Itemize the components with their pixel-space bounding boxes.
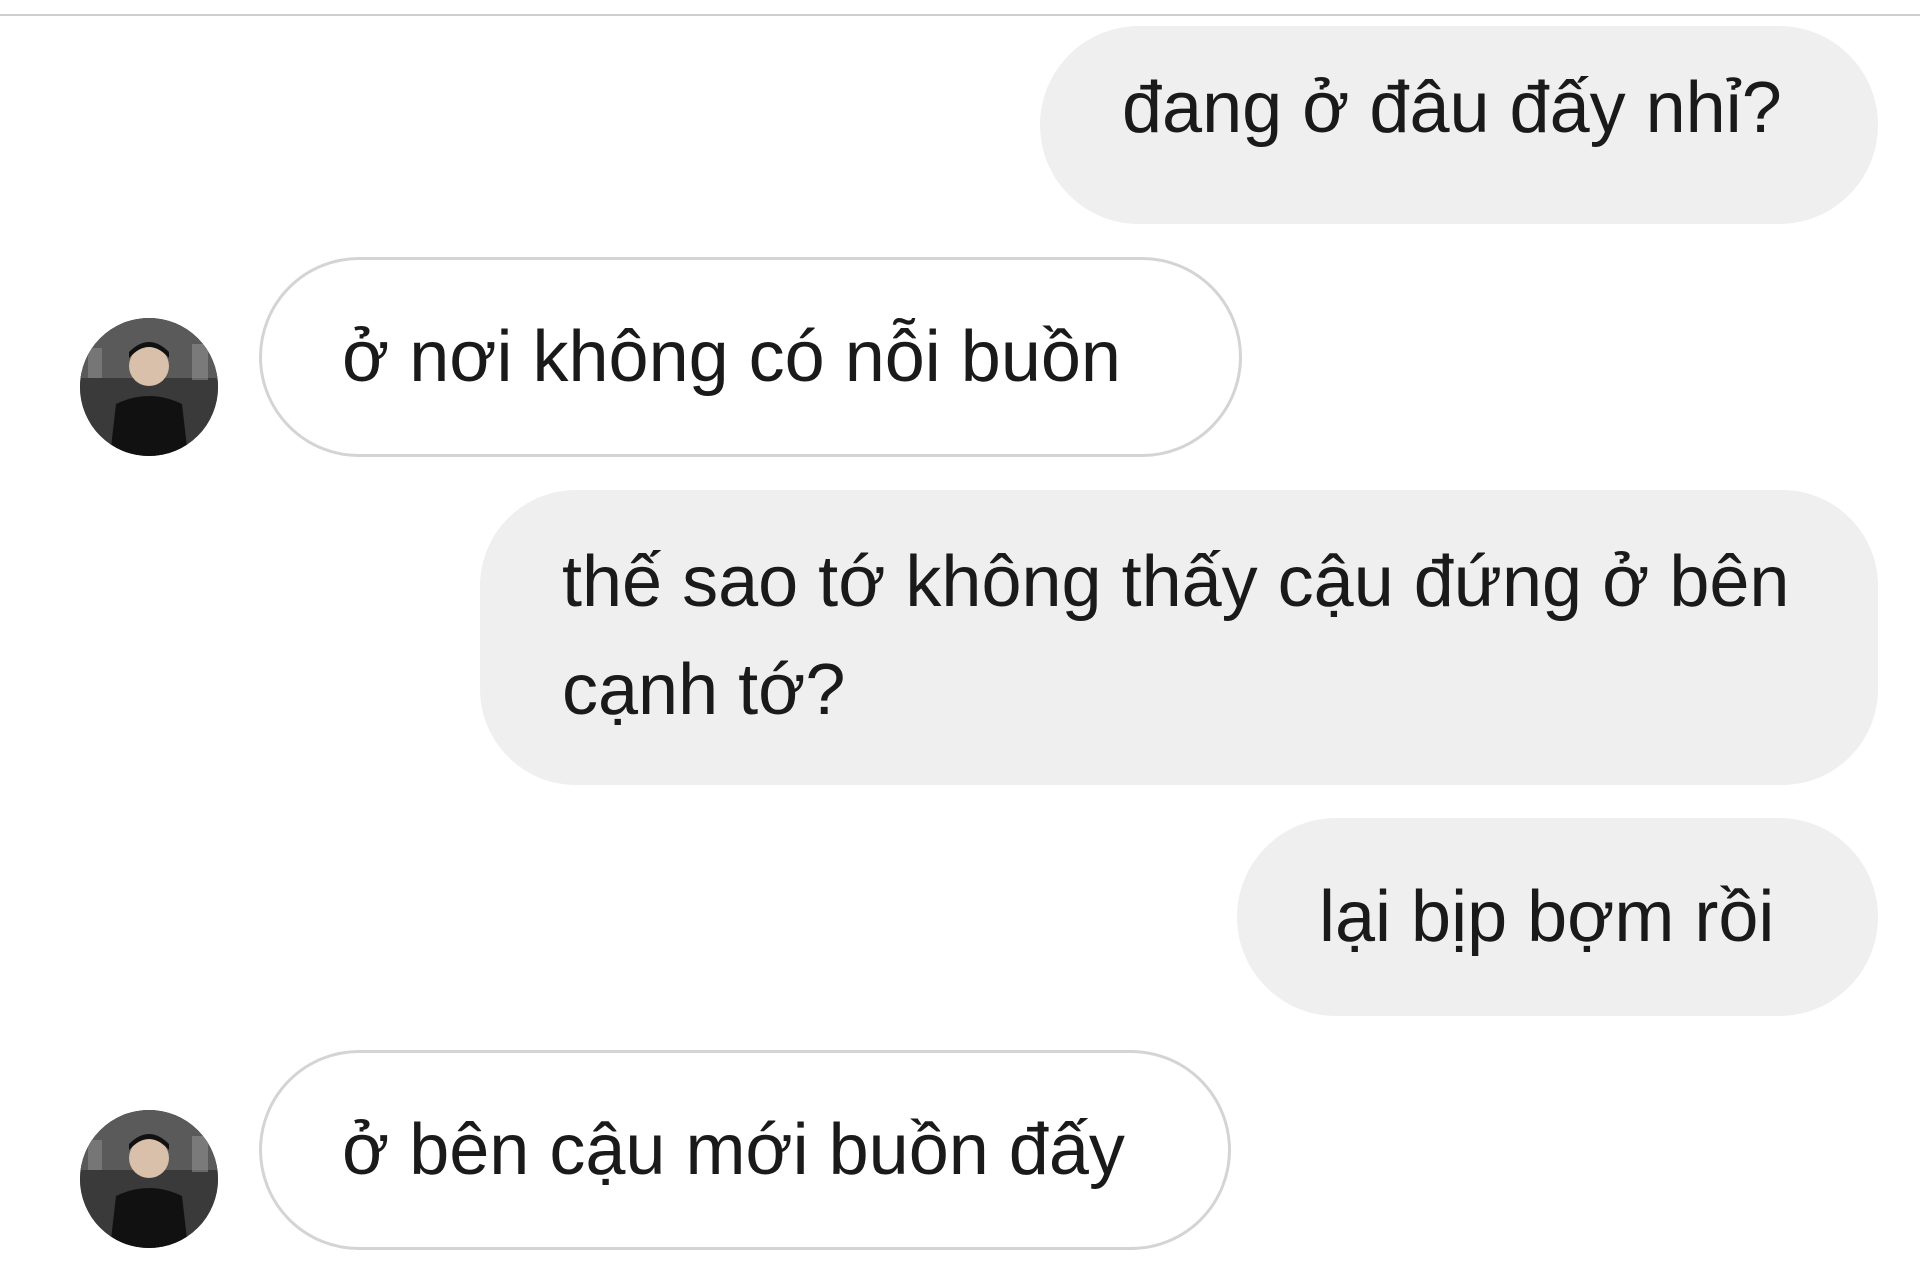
avatar-photo-icon — [80, 318, 218, 456]
received-message-bubble[interactable]: ở nơi không có nỗi buồn — [259, 257, 1242, 457]
message-text: thế sao tớ không thấy cậu đứng ở bên cạn… — [562, 542, 1790, 730]
top-divider — [0, 0, 1920, 16]
message-text: lại bịp bợm rồi — [1319, 877, 1775, 957]
sent-message-bubble[interactable]: lại bịp bợm rồi — [1237, 818, 1878, 1016]
chat-thread: đang ở đâu đấy nhỉ? ở nơi không có nỗi b… — [0, 0, 1920, 1280]
sent-message-bubble[interactable]: thế sao tớ không thấy cậu đứng ở bên cạn… — [480, 490, 1878, 785]
sender-avatar[interactable] — [80, 318, 218, 456]
received-message-bubble[interactable]: ở bên cậu mới buồn đấy — [259, 1050, 1231, 1250]
message-text: ở bên cậu mới buồn đấy — [342, 1110, 1125, 1190]
message-text: đang ở đâu đấy nhỉ? — [1122, 68, 1782, 148]
message-text: ở nơi không có nỗi buồn — [342, 317, 1121, 397]
avatar-photo-icon — [80, 1110, 218, 1248]
sent-message-bubble[interactable]: đang ở đâu đấy nhỉ? — [1040, 26, 1878, 224]
sender-avatar[interactable] — [80, 1110, 218, 1248]
